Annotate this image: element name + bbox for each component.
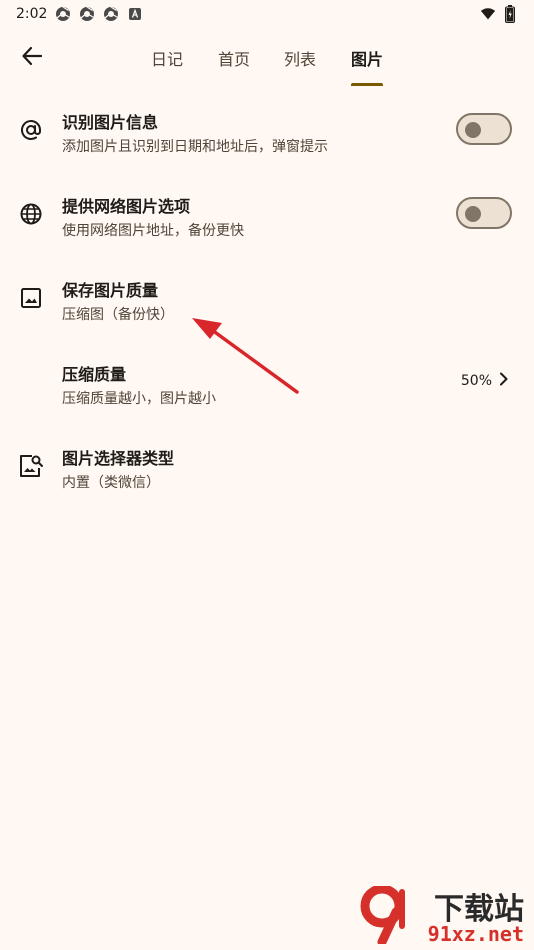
watermark: 下载站 91xz.net [358, 884, 528, 947]
watermark-logo-icon [358, 884, 406, 947]
watermark-bottom-text: 91xz.net [427, 922, 524, 946]
annotation-arrow [192, 318, 299, 394]
